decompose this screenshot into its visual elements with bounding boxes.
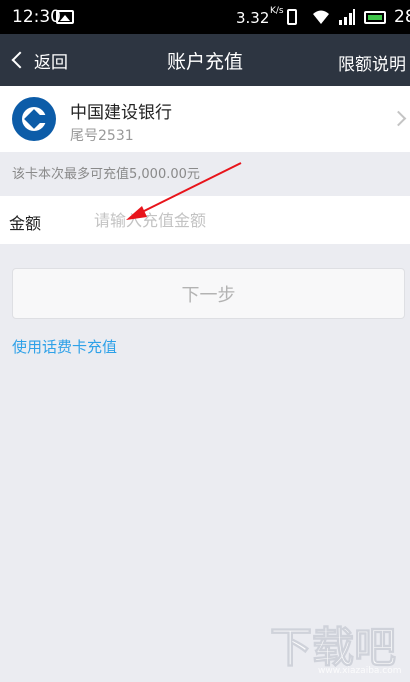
- image-notification-icon: [56, 10, 74, 24]
- status-time: 12:30: [12, 7, 61, 27]
- battery-level: 28: [394, 7, 410, 27]
- chevron-right-icon: [390, 110, 407, 127]
- watermark-url: www.xiazaiba.com: [318, 666, 402, 676]
- ccb-bank-logo-icon: [12, 97, 56, 141]
- amount-row: 金额: [0, 196, 410, 244]
- limit-info-button[interactable]: 限额说明: [338, 50, 406, 75]
- watermark-logo: 下载吧: [270, 623, 397, 673]
- network-speed-unit: K/s: [270, 6, 284, 16]
- battery-icon: [364, 11, 386, 24]
- wifi-icon: [313, 10, 329, 24]
- amount-input[interactable]: [94, 204, 394, 236]
- amount-label: 金额: [9, 214, 42, 233]
- svg-text:下载吧: 下载吧: [270, 623, 396, 672]
- status-bar: 12:30 3.32 K/s 28: [0, 0, 410, 34]
- bank-name: 中国建设银行: [70, 103, 172, 123]
- card-tail-number: 尾号2531: [70, 128, 134, 144]
- network-speed: 3.32: [236, 9, 270, 27]
- recharge-limit-tip: 该卡本次最多可充值5,000.00元: [12, 167, 200, 182]
- signal-icon: [339, 9, 355, 25]
- phone-card-recharge-link[interactable]: 使用话费卡充值: [12, 336, 117, 357]
- next-step-button[interactable]: 下一步: [12, 268, 405, 319]
- vibrate-icon: [287, 9, 297, 25]
- bank-card-selector[interactable]: 中国建设银行 尾号2531: [0, 86, 410, 152]
- nav-bar: 返回 账户充值 限额说明: [0, 34, 410, 86]
